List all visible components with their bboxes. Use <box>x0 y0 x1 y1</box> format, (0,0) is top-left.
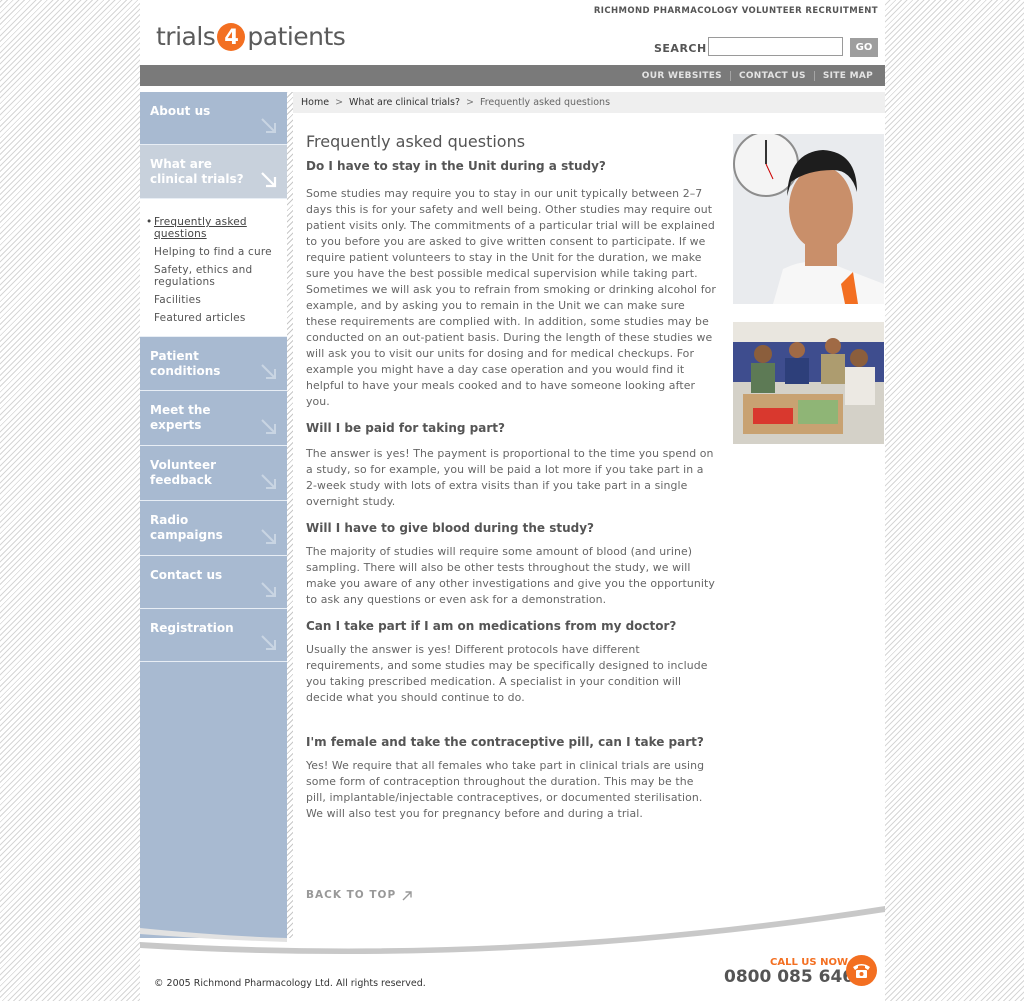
faq-answer: Usually the answer is yes! Different pro… <box>306 643 708 704</box>
sidebar-item-label: Volunteer feedback <box>150 458 216 488</box>
search-label: SEARCH <box>654 42 707 55</box>
subnav-item-helping-find-cure[interactable]: Helping to find a cure <box>140 246 287 258</box>
topnav-our-websites[interactable]: OUR WEBSITES <box>634 71 730 81</box>
telephone-icon <box>846 955 877 986</box>
breadcrumb-clinical-trials[interactable]: What are clinical trials? <box>349 97 460 108</box>
sidebar-label-line2: experts <box>150 418 202 432</box>
arrow-down-right-icon <box>261 419 276 434</box>
main-content: Frequently asked questions Do I have to … <box>306 132 716 822</box>
logo-four-badge: 4 <box>217 22 246 51</box>
sidebar-label-line1: Radio <box>150 513 189 527</box>
arrow-down-right-icon <box>261 474 276 489</box>
breadcrumb-current: Frequently asked questions <box>479 97 611 108</box>
subnav-label-line1: Frequently asked <box>154 216 247 228</box>
phone-number[interactable]: 0800 085 6464 <box>724 967 866 987</box>
sidebar-item-registration[interactable]: Registration <box>140 609 287 662</box>
copyright-text: © 2005 Richmond Pharmacology Ltd. All ri… <box>154 978 426 989</box>
footer-swoosh <box>140 906 885 955</box>
page-container: RICHMOND PHARMACOLOGY VOLUNTEER RECRUITM… <box>140 0 885 1001</box>
subnav-item-safety-ethics[interactable]: Safety, ethics and regulations <box>140 264 287 288</box>
page-title: Frequently asked questions <box>306 132 526 151</box>
sidebar-item-label: What are clinical trials? <box>150 157 244 187</box>
breadcrumb-separator: > <box>335 97 344 108</box>
faq-answer: The answer is yes! The payment is propor… <box>306 447 714 508</box>
subnav-label-line2: questions <box>154 228 207 240</box>
arrow-down-right-icon <box>261 635 276 650</box>
sidebar-item-meet-experts[interactable]: Meet the experts <box>140 391 287 446</box>
faq-answer: Yes! We require that all females who tak… <box>306 759 705 820</box>
subnav-item-featured-articles[interactable]: Featured articles <box>140 312 287 324</box>
breadcrumb: Home > What are clinical trials? > Frequ… <box>293 92 885 113</box>
sidebar-item-about-us[interactable]: About us <box>140 92 287 145</box>
sidebar-label-line2: conditions <box>150 364 221 378</box>
sidebar-item-label: Radio campaigns <box>150 513 223 543</box>
site-logo[interactable]: trials 4 patients <box>156 22 346 51</box>
subnav-label-line1: Facilities <box>154 294 201 306</box>
subnav-label-line1: Helping to find a cure <box>154 246 272 258</box>
topnav-site-map[interactable]: SITE MAP <box>813 70 881 81</box>
arrow-up-right-icon <box>402 890 412 900</box>
arrow-down-right-icon <box>261 529 276 544</box>
sidebar-item-label: Meet the experts <box>150 403 211 433</box>
top-navigation-bar: OUR WEBSITES CONTACT US SITE MAP <box>140 65 885 86</box>
faq-answer: Some studies may require you to stay in … <box>306 187 717 408</box>
doctor-photo <box>733 134 884 304</box>
faq-question: Will I be paid for taking part? <box>306 421 505 435</box>
sidebar-label-line1: What are <box>150 157 212 171</box>
volunteers-photo <box>733 322 884 444</box>
faq-question: Will I have to give blood during the stu… <box>306 521 594 535</box>
subnav-item-facilities[interactable]: Facilities <box>140 294 287 306</box>
logo-text-patients: patients <box>247 22 346 51</box>
sidebar-label-line1: Patient <box>150 349 199 363</box>
sidebar-label-line2: feedback <box>150 473 212 487</box>
arrow-down-right-icon <box>261 582 276 597</box>
sidebar-item-label: About us <box>150 104 211 118</box>
sidebar-item-patient-conditions[interactable]: Patient conditions <box>140 336 287 391</box>
sidebar-item-label: Contact us <box>150 568 223 582</box>
sidebar-subnav: • Frequently asked questions Helping to … <box>140 199 287 336</box>
bullet-icon: • <box>146 216 153 228</box>
sidebar-label-line1: Volunteer <box>150 458 217 472</box>
search-input[interactable] <box>708 37 843 56</box>
sidebar-item-label: Patient conditions <box>150 349 220 379</box>
sidebar-item-volunteer-feedback[interactable]: Volunteer feedback <box>140 446 287 501</box>
topnav-contact-us[interactable]: CONTACT US <box>729 70 814 81</box>
faq-answer: The majority of studies will require som… <box>306 545 715 606</box>
breadcrumb-separator: > <box>465 97 474 108</box>
arrow-down-right-icon <box>261 364 276 379</box>
faq-question: Can I take part if I am on medications f… <box>306 619 677 633</box>
sidebar-label-line2: campaigns <box>150 528 223 542</box>
faq-question: I'm female and take the contraceptive pi… <box>306 735 704 749</box>
breadcrumb-home[interactable]: Home <box>301 97 329 108</box>
search-go-button[interactable]: GO <box>850 38 878 57</box>
organization-name: RICHMOND PHARMACOLOGY VOLUNTEER RECRUITM… <box>593 6 878 16</box>
arrow-down-right-icon <box>261 172 277 188</box>
sidebar-label-line1: Meet the <box>150 403 211 417</box>
subnav-label-line1: Featured articles <box>154 312 246 324</box>
sidebar: About us What are clinical trials? • Fre… <box>140 92 287 938</box>
subnav-item-faq[interactable]: • Frequently asked questions <box>140 216 287 240</box>
subnav-label-line2: regulations <box>154 276 216 288</box>
sidebar-item-clinical-trials[interactable]: What are clinical trials? <box>140 145 287 199</box>
subnav-label-line1: Safety, ethics and <box>154 264 253 276</box>
sidebar-item-label: Registration <box>150 621 234 635</box>
sidebar-divider <box>287 92 293 938</box>
sidebar-item-radio-campaigns[interactable]: Radio campaigns <box>140 501 287 556</box>
arrow-down-right-icon <box>261 118 276 133</box>
faq-question: Do I have to stay in the Unit during a s… <box>306 159 606 173</box>
logo-text-trials: trials <box>156 22 216 51</box>
sidebar-label-line2: clinical trials? <box>150 172 244 186</box>
sidebar-item-contact-us[interactable]: Contact us <box>140 556 287 609</box>
